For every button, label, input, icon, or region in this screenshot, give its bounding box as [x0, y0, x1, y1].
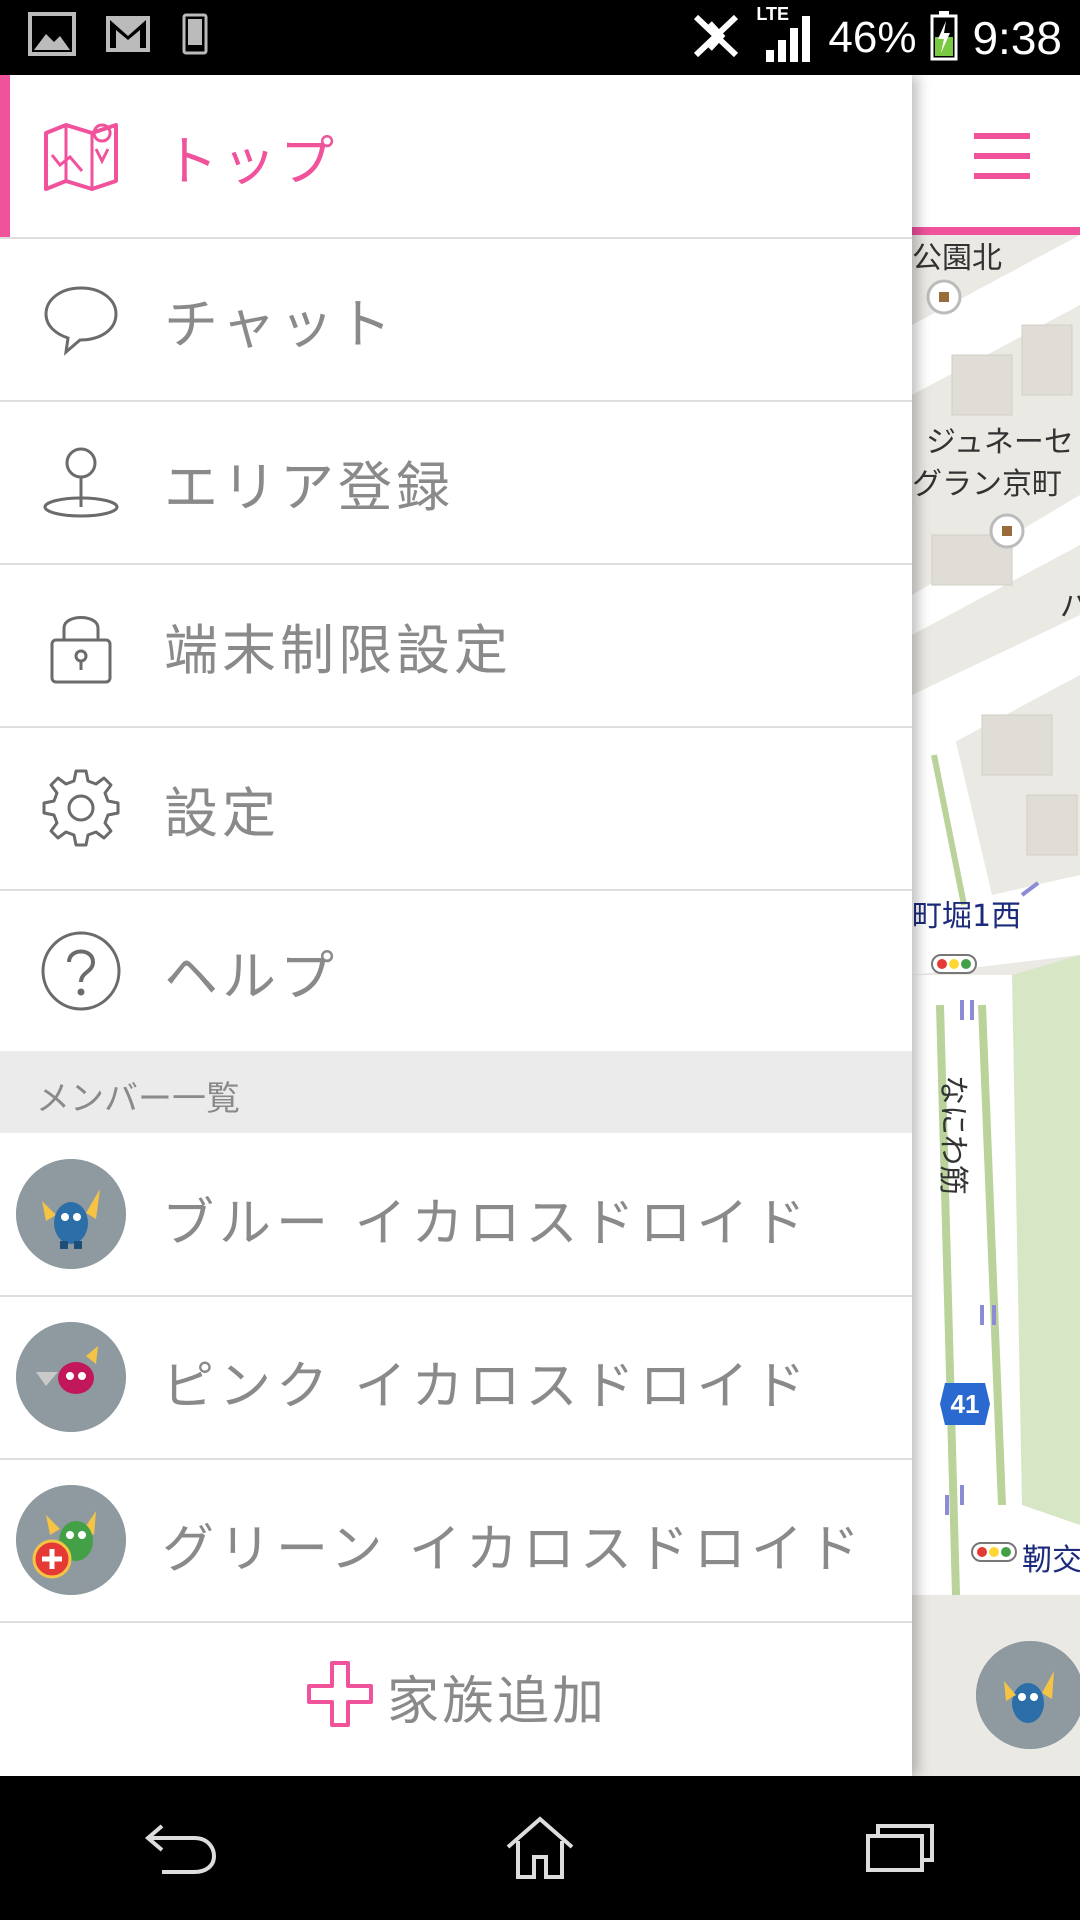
navigation-drawer: トップ チャット エリア登録 端末制限設定 設定 ヘルプ メンバー一覧 ブルー …	[0, 75, 912, 1776]
menu-item-chat[interactable]: チャット	[0, 238, 912, 402]
map-label-intersection: 町堀1西	[912, 899, 1022, 934]
members-header-label: メンバー一覧	[36, 1079, 240, 1119]
clock: 9:38	[972, 11, 1062, 64]
members-section-header: メンバー一覧	[0, 1051, 912, 1133]
member-marker-avatar[interactable]	[976, 1641, 1080, 1749]
map-label-street: なにわ筋	[935, 1075, 970, 1195]
avatar	[16, 1322, 126, 1432]
home-icon[interactable]	[480, 1788, 600, 1908]
lock-icon	[40, 604, 122, 686]
map-label-park-north: 公園北	[912, 241, 1002, 276]
battery-charging-icon	[930, 10, 958, 65]
menu-item-label: 端末制限設定	[164, 618, 512, 682]
help-icon	[40, 930, 122, 1012]
route-shield: 41	[940, 1383, 990, 1425]
menu-item-label: チャット	[164, 292, 396, 356]
menu-item-label: エリア登録	[164, 455, 454, 519]
plus-icon	[305, 1659, 375, 1733]
map-label-intersection-2: 靭交	[1022, 1543, 1080, 1578]
menu-item-settings[interactable]: 設定	[0, 727, 912, 891]
menu-item-label: トップ	[164, 129, 338, 193]
system-nav-bar	[0, 1776, 1080, 1920]
header-accent-line	[912, 227, 1080, 235]
map-label-building-3: パ	[1060, 589, 1080, 624]
recent-apps-icon[interactable]	[840, 1788, 960, 1908]
map-label-building-2: グラン京町	[912, 467, 1062, 502]
menu-item-help[interactable]: ヘルプ	[0, 890, 912, 1052]
gmail-icon	[104, 14, 152, 58]
menu-item-label: ヘルプ	[164, 944, 338, 1008]
menu-item-area-registration[interactable]: エリア登録	[0, 401, 912, 565]
back-icon[interactable]	[120, 1788, 240, 1908]
avatar	[16, 1159, 126, 1269]
bluetooth-off-icon	[688, 11, 744, 65]
active-indicator	[0, 75, 10, 237]
map-icon	[40, 115, 122, 197]
image-icon	[28, 12, 76, 60]
member-row-pink[interactable]: ピンク イカロスドロイド	[0, 1296, 912, 1460]
member-row-blue[interactable]: ブルー イカロスドロイド	[0, 1133, 912, 1297]
status-bar: LTE 46% 9:38	[0, 0, 1080, 75]
avatar	[16, 1485, 126, 1595]
battery-percent: 46%	[828, 12, 917, 62]
member-name: ピンク イカロスドロイド	[162, 1357, 811, 1417]
member-row-green[interactable]: グリーン イカロスドロイド	[0, 1459, 912, 1623]
add-family-label: 家族追加	[386, 1671, 607, 1732]
menu-item-device-restriction[interactable]: 端末制限設定	[0, 564, 912, 728]
map-view[interactable]: 公園北 ジュネーセ グラン京町 パ 町堀1西 なにわ筋 靭交 41	[912, 75, 1080, 1776]
map-header	[912, 75, 1080, 235]
menu-icon[interactable]	[974, 133, 1030, 183]
signal-icon: LTE	[756, 4, 814, 66]
menu-item-top[interactable]: トップ	[0, 75, 912, 239]
phone-icon	[180, 13, 210, 59]
map-pin-icon	[40, 441, 122, 523]
add-family-button[interactable]: 家族追加	[0, 1616, 912, 1776]
map-label-building-1: ジュネーセ	[926, 425, 1074, 460]
chat-bubble-icon	[40, 278, 122, 360]
gear-icon	[40, 767, 122, 849]
menu-item-label: 設定	[164, 781, 280, 845]
member-name: ブルー イカロスドロイド	[162, 1194, 811, 1254]
member-name: グリーン イカロスドロイド	[162, 1520, 865, 1580]
